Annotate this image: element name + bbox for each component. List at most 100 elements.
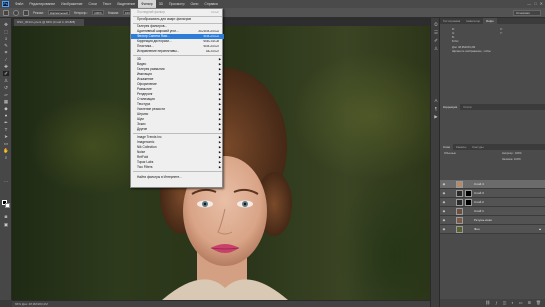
tab-adjustments[interactable]: Коррекция xyxy=(440,104,461,110)
menu-image[interactable]: Изображение xyxy=(58,0,85,8)
menu-filter[interactable]: Фильтр xyxy=(138,0,156,8)
brush-tool-icon[interactable]: ✐ xyxy=(3,71,9,76)
tab-histogram[interactable]: Гистограмма xyxy=(440,18,463,24)
layer-mask-thumbnail[interactable] xyxy=(465,199,472,206)
edit-toolbar-icon[interactable]: … xyxy=(3,178,9,183)
photoshop-logo: Ps xyxy=(2,1,9,7)
character-panel-icon[interactable]: A xyxy=(433,98,439,104)
menu-select[interactable]: Выделение xyxy=(114,0,138,8)
visibility-eye-icon[interactable]: ◉ xyxy=(442,218,446,222)
submenu-arrow-icon: ▶ xyxy=(218,165,221,169)
layer-row[interactable]: ◉ Слой 2 xyxy=(440,198,545,207)
layer-opacity[interactable]: Непрозр.: 100% xyxy=(502,152,522,155)
new-layer-icon[interactable]: ⊞ xyxy=(528,299,531,307)
document-tab[interactable]: DSC_0014 Lycent @ 66% (Слой 4, RGB/8) xyxy=(14,19,84,26)
menu-item-label: Topaz Labs xyxy=(137,160,154,164)
layer-row[interactable]: ◉ Слой 1 xyxy=(440,207,545,216)
path-select-tool-icon[interactable]: ➤ xyxy=(3,134,9,139)
menu-item-label: Адаптивный широкий угол... xyxy=(137,29,179,33)
properties-panel-icon[interactable]: ☰ xyxy=(433,30,439,36)
tab-channels[interactable]: Каналы xyxy=(453,144,469,150)
menu-item-label: 3D xyxy=(137,57,142,61)
clone-stamp-tool-icon[interactable]: ♙ xyxy=(3,78,9,83)
crop-tool-icon[interactable]: ⌗ xyxy=(3,50,9,55)
maximize-icon[interactable]: □ xyxy=(534,1,536,6)
history-panel-icon[interactable]: ⏲ xyxy=(433,22,439,28)
history-brush-tool-icon[interactable]: ↺ xyxy=(3,85,9,90)
dodge-tool-icon[interactable]: ● xyxy=(3,113,9,118)
layer-name: Слой 1 xyxy=(474,209,484,213)
menu-item-label: Исправление перспективы... xyxy=(137,49,180,53)
trash-icon[interactable]: 🗑︎ xyxy=(536,299,541,307)
adjustment-layer-icon[interactable]: ◐ xyxy=(511,299,513,307)
layer-row[interactable]: ◉ Ретушь кожи xyxy=(440,216,545,225)
blend-mode-select[interactable]: Обычные xyxy=(444,152,456,155)
background-color-swatch[interactable] xyxy=(5,203,10,208)
minimize-icon[interactable]: — xyxy=(527,1,531,6)
brush-panel-icon[interactable] xyxy=(23,9,29,16)
paragraph-panel-icon[interactable]: ¶ xyxy=(433,106,439,112)
new-group-icon[interactable]: ▭ xyxy=(519,299,523,307)
close-icon[interactable]: ✕ xyxy=(540,1,543,6)
plugin-two-filters[interactable]: Two Filters ▶ xyxy=(131,165,224,170)
tab-layers[interactable]: Слои xyxy=(440,144,454,150)
visibility-eye-icon[interactable]: ◉ xyxy=(442,182,446,186)
gradient-tool-icon[interactable]: ▦ xyxy=(3,99,9,104)
lasso-tool-icon[interactable]: ↄ xyxy=(3,36,9,41)
tab-info[interactable]: Инфо xyxy=(483,18,497,24)
zoom-tool-icon[interactable]: ⌕ xyxy=(3,155,9,160)
menu-item-label: Усиление резкости xyxy=(137,107,165,111)
tab-styles[interactable]: Стили xyxy=(460,104,474,110)
eraser-tool-icon[interactable]: ▱ xyxy=(3,92,9,97)
layer-fill[interactable]: Заливка: 100% xyxy=(502,158,521,161)
menu-help[interactable]: Справка xyxy=(201,0,220,8)
move-tool-icon[interactable]: ✥ xyxy=(3,22,9,27)
brush-size-icon[interactable] xyxy=(13,9,19,16)
shape-tool-icon[interactable]: ▭ xyxy=(3,141,9,146)
blur-tool-icon[interactable]: ◆ xyxy=(3,106,9,111)
visibility-eye-icon[interactable]: ◉ xyxy=(442,191,446,195)
visibility-eye-icon[interactable]: ◉ xyxy=(442,227,446,231)
menu-item-vanishing-point[interactable]: Исправление перспективы... Alt+Ctrl+V xyxy=(131,49,224,54)
type-tool-icon[interactable]: T xyxy=(3,127,9,132)
menu-3d[interactable]: 3D xyxy=(156,0,166,8)
healing-tool-icon[interactable]: ✚ xyxy=(3,64,9,69)
menu-type[interactable]: Текст xyxy=(100,0,115,8)
quick-select-tool-icon[interactable]: ✎ xyxy=(3,43,9,48)
eyedropper-tool-icon[interactable]: ⁄ xyxy=(3,57,9,62)
actions-panel-icon[interactable]: ▶ xyxy=(433,114,439,120)
layer-style-icon[interactable]: ƒ xyxy=(495,299,497,307)
menu-window[interactable]: Окно xyxy=(188,0,202,8)
visibility-eye-icon[interactable]: ◉ xyxy=(442,209,446,213)
brush-panel-icon[interactable]: ✐ xyxy=(433,38,439,44)
pen-tool-icon[interactable]: ✒ xyxy=(3,120,9,125)
add-mask-icon[interactable]: ◫ xyxy=(503,299,507,307)
tab-navigator[interactable]: Навигатор xyxy=(463,18,483,24)
screen-mode-icon[interactable]: ▣ xyxy=(3,222,9,227)
layer-mask-thumbnail[interactable] xyxy=(465,190,472,197)
menu-layers[interactable]: Слои xyxy=(86,0,100,8)
quick-mask-icon[interactable]: ◙ xyxy=(3,214,9,219)
info-panel-tabs: Гистограмма Навигатор Инфо xyxy=(440,18,545,24)
clone-source-panel-icon[interactable]: ♙ xyxy=(433,46,439,52)
submenu-other[interactable]: Другие ▶ xyxy=(131,127,224,132)
status-bar: 66% Док: 48,9M/203,2M xyxy=(12,300,430,307)
menu-item-label: Видео xyxy=(137,62,147,66)
workspace-select[interactable]: Основная xyxy=(513,10,541,16)
menu-item-convert-smart-filters[interactable]: Преобразовать для смарт-фильтров xyxy=(131,17,224,22)
menu-item-browse-filters-online[interactable]: Найти фильтры в Интернете... xyxy=(131,175,224,180)
tab-paths[interactable]: Контуры xyxy=(469,144,486,150)
menu-edit[interactable]: Редактирование xyxy=(26,0,58,8)
visibility-eye-icon[interactable]: ◉ xyxy=(442,200,446,204)
layer-row[interactable]: ◉ Слой 4 xyxy=(440,180,545,189)
brush-preset-icon[interactable] xyxy=(3,9,9,16)
link-layers-icon[interactable]: ⛓ xyxy=(485,299,490,307)
mode-select[interactable]: Нормальный xyxy=(47,10,70,15)
opacity-field[interactable]: 100% xyxy=(92,10,104,15)
marquee-tool-icon[interactable]: ⬚ xyxy=(3,29,9,34)
layer-row[interactable]: ◉ Слой 3 xyxy=(440,189,545,198)
hand-tool-icon[interactable]: ✋ xyxy=(3,148,9,153)
menu-file[interactable]: Файл xyxy=(12,0,26,8)
menu-view[interactable]: Просмотр xyxy=(166,0,188,8)
layer-row[interactable]: ◉ Фон 🔒︎ xyxy=(440,225,545,234)
